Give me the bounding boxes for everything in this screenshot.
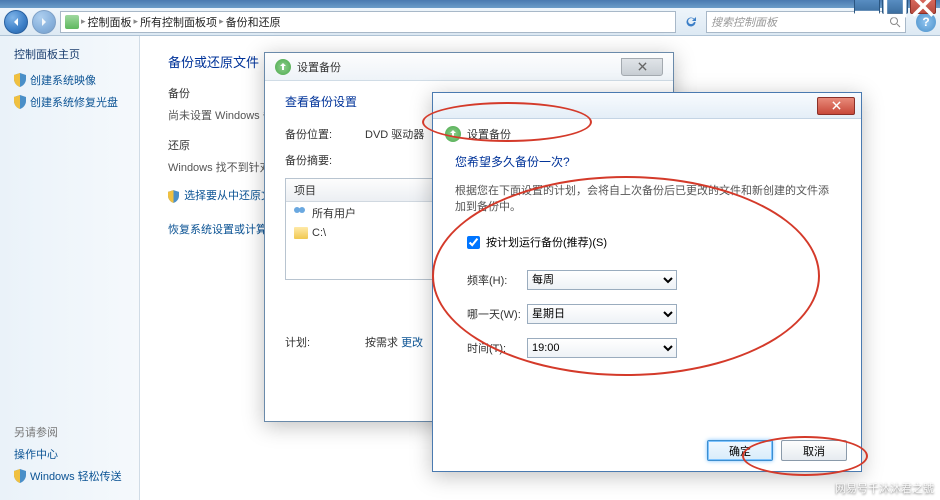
minimize-button[interactable] — [854, 0, 880, 14]
watermark: 网易号千沐沐君之號 — [835, 480, 934, 496]
dialog-title: 设置备份 — [297, 59, 341, 75]
list-item-label: C:\ — [312, 227, 326, 239]
dialog-close-button[interactable] — [621, 58, 663, 76]
location-label: 备份位置: — [285, 126, 365, 142]
sidebar-bottom: 另请参阅 操作中心 Windows 轻松传送 — [14, 424, 139, 490]
chevron-right-icon: ▸ — [81, 16, 86, 27]
crumb-here[interactable]: 备份和还原 — [226, 14, 281, 30]
see-also-heading: 另请参阅 — [14, 424, 139, 440]
ok-button[interactable]: 确定 — [707, 440, 773, 461]
chevron-right-icon: ▸ — [134, 16, 139, 27]
sidebar: 控制面板主页 创建系统映像 创建系统修复光盘 另请参阅 操作中心 Windows… — [0, 36, 140, 500]
run-on-schedule-checkbox[interactable]: 按计划运行备份(推荐)(S) — [467, 234, 839, 250]
users-icon — [294, 207, 308, 219]
create-system-image-link[interactable]: 创建系统映像 — [14, 72, 139, 88]
dialog-footer: 确定 取消 — [707, 440, 847, 461]
dialog-body: 您希望多久备份一次? 根据您在下面设置的计划，会将自上次备份后已更改的文件和新创… — [433, 149, 861, 384]
backup-icon — [275, 59, 291, 75]
frequency-row: 频率(H): 每周 — [467, 270, 839, 290]
chevron-right-icon: ▸ — [219, 16, 224, 27]
shield-icon — [14, 469, 26, 483]
window-controls — [854, 0, 936, 14]
action-center-link[interactable]: 操作中心 — [14, 446, 139, 462]
search-placeholder: 搜索控制面板 — [711, 14, 777, 30]
schedule-label: 计划: — [285, 334, 365, 350]
shield-icon — [168, 190, 179, 203]
shield-icon — [14, 73, 26, 87]
frequency-label: 频率(H): — [467, 272, 527, 288]
folder-icon — [294, 227, 308, 239]
dialog-description: 根据您在下面设置的计划，会将自上次备份后已更改的文件和新创建的文件添加到备份中。 — [455, 182, 839, 214]
nav-forward-button[interactable] — [32, 10, 56, 34]
location-value: DVD 驱动器 — [365, 126, 424, 142]
checkbox-input[interactable] — [467, 236, 480, 249]
link-label: Windows 轻松传送 — [30, 468, 122, 484]
day-label: 哪一天(W): — [467, 306, 527, 322]
window-titlebar — [0, 0, 940, 8]
dialog-titlebar: 设置备份 — [265, 53, 673, 81]
sidebar-home-link[interactable]: 控制面板主页 — [14, 46, 139, 62]
list-item-label: 所有用户 — [312, 205, 356, 221]
time-label: 时间(T): — [467, 340, 527, 356]
link-label: 创建系统修复光盘 — [30, 94, 118, 110]
nav-back-button[interactable] — [4, 10, 28, 34]
frequency-select[interactable]: 每周 — [527, 270, 677, 290]
create-repair-disc-link[interactable]: 创建系统修复光盘 — [14, 94, 139, 110]
summary-label: 备份摘要: — [285, 152, 365, 168]
dialog-titlebar — [433, 93, 861, 119]
day-row: 哪一天(W): 星期日 — [467, 304, 839, 324]
dialog-close-button[interactable] — [817, 97, 855, 115]
easy-transfer-link[interactable]: Windows 轻松传送 — [14, 468, 139, 484]
breadcrumb[interactable]: ▸ 控制面板 ▸ 所有控制面板项 ▸ 备份和还原 — [60, 11, 676, 33]
link-label: 创建系统映像 — [30, 72, 96, 88]
dialog-subtitle: 设置备份 — [467, 126, 511, 142]
refresh-button[interactable] — [680, 11, 702, 33]
checkbox-label: 按计划运行备份(推荐)(S) — [486, 234, 607, 250]
schedule-dialog: 设置备份 您希望多久备份一次? 根据您在下面设置的计划，会将自上次备份后已更改的… — [432, 92, 862, 472]
time-select[interactable]: 19:00 — [527, 338, 677, 358]
time-row: 时间(T): 19:00 — [467, 338, 839, 358]
day-select[interactable]: 星期日 — [527, 304, 677, 324]
backup-icon — [445, 126, 461, 142]
change-schedule-link[interactable]: 更改 — [401, 334, 423, 350]
navbar: ▸ 控制面板 ▸ 所有控制面板项 ▸ 备份和还原 搜索控制面板 ? — [0, 8, 940, 36]
dialog-heading: 您希望多久备份一次? — [455, 153, 839, 170]
crumb-root[interactable]: 控制面板 — [88, 14, 132, 30]
close-button[interactable] — [910, 0, 936, 14]
dialog-subheader: 设置备份 — [433, 119, 861, 149]
cancel-button[interactable]: 取消 — [781, 440, 847, 461]
maximize-button[interactable] — [882, 0, 908, 14]
crumb-all[interactable]: 所有控制面板项 — [140, 14, 217, 30]
control-panel-icon — [65, 15, 79, 29]
schedule-value: 按需求 — [365, 334, 398, 350]
shield-icon — [14, 95, 26, 109]
